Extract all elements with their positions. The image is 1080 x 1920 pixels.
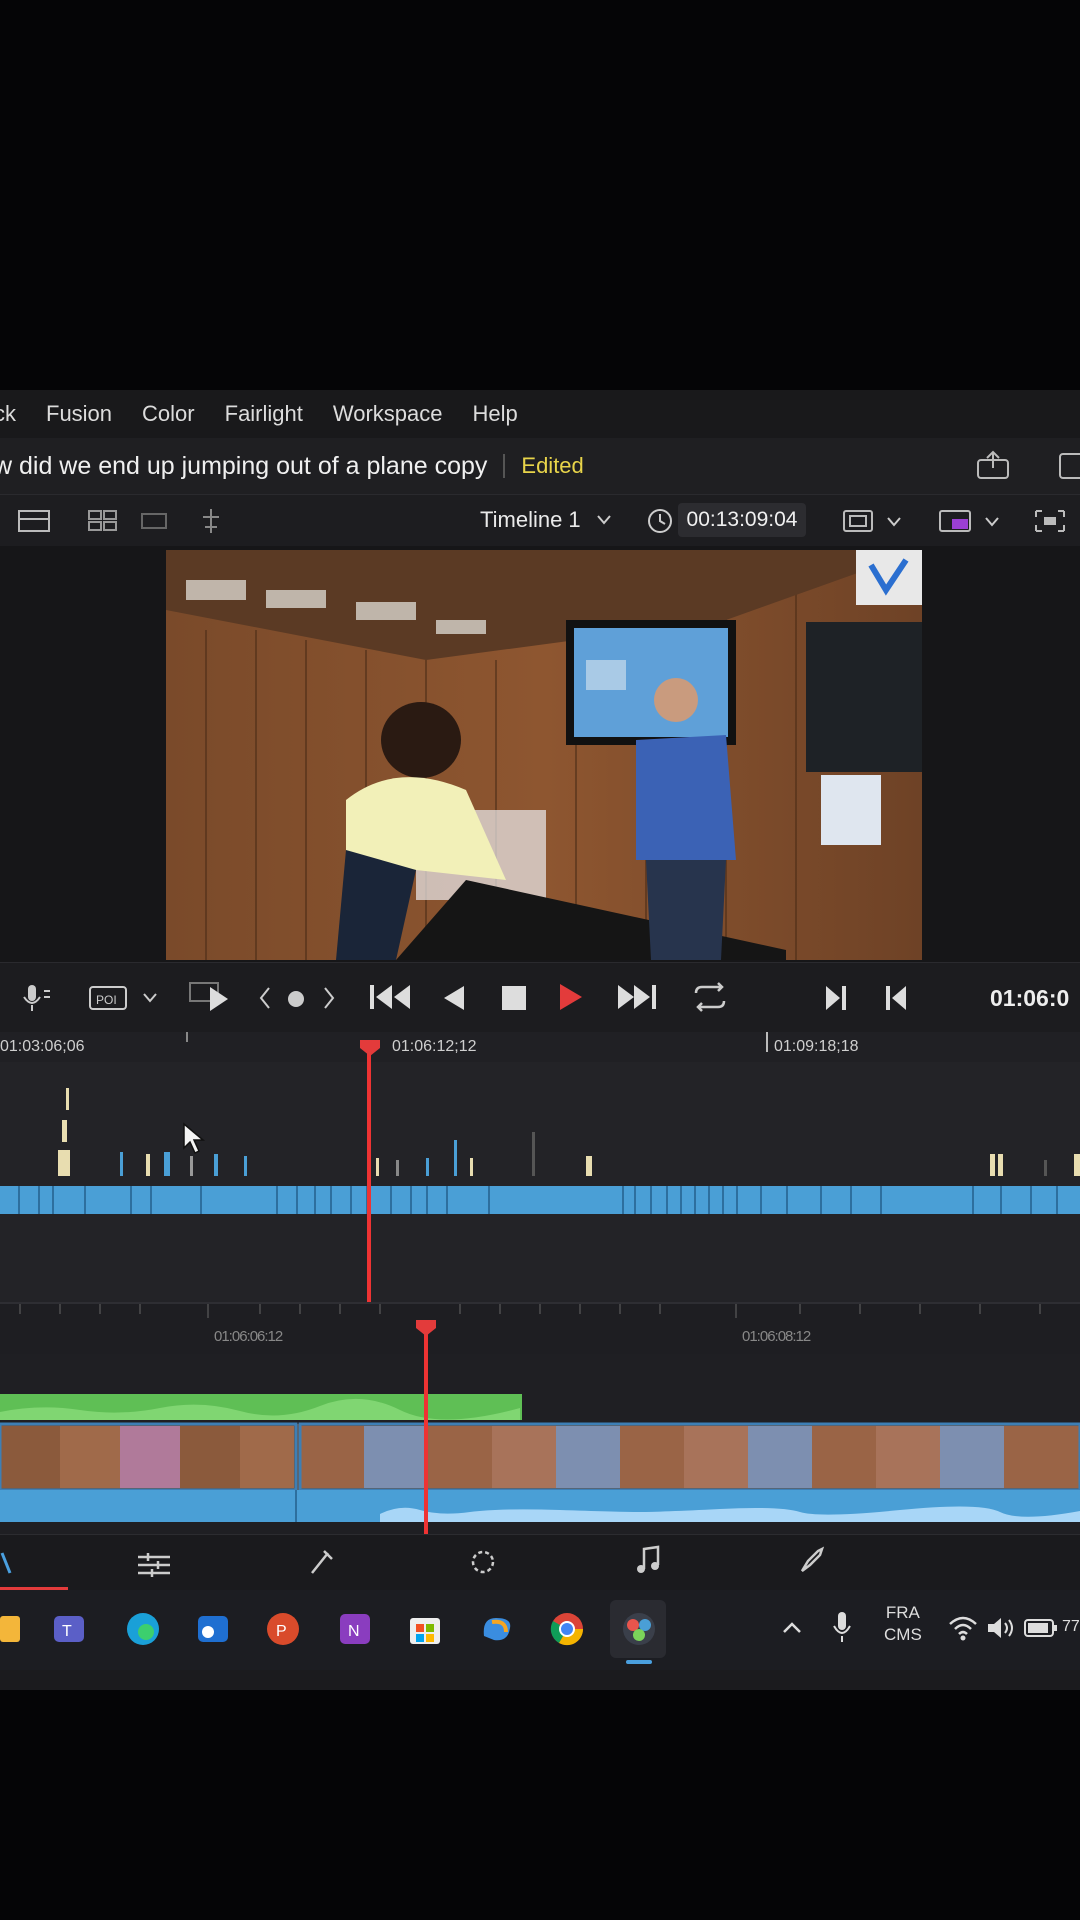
language-code: FRA bbox=[885, 1603, 920, 1622]
upper-playhead[interactable] bbox=[367, 1042, 371, 1302]
timeline-name[interactable]: Timeline 1 bbox=[480, 507, 581, 533]
chrome-icon[interactable] bbox=[548, 1610, 586, 1648]
battery-icon[interactable] bbox=[1024, 1618, 1058, 1638]
stop-icon[interactable] bbox=[500, 983, 528, 1013]
battery-percent: 77 bbox=[1062, 1618, 1080, 1635]
clip-markers bbox=[58, 1088, 1080, 1176]
mouse-cursor-icon bbox=[183, 1122, 206, 1155]
record-timecode: 01:06:0 bbox=[990, 985, 1070, 1011]
poi-icon[interactable]: POI bbox=[88, 981, 130, 1015]
microphone-icon[interactable] bbox=[830, 1610, 854, 1646]
fusion-page-icon[interactable] bbox=[306, 1547, 336, 1577]
layout-icon[interactable] bbox=[18, 509, 52, 533]
markers-and-clips bbox=[0, 1088, 1080, 1214]
clip-view-icon[interactable] bbox=[140, 511, 168, 531]
ruler-timecode-label: 01:06:08:12 bbox=[742, 1328, 811, 1345]
proxy-icon[interactable] bbox=[938, 507, 974, 535]
edited-status: Edited bbox=[521, 453, 584, 478]
menu-bar: ck Fusion Color Fairlight Workspace Help bbox=[0, 390, 1080, 438]
volume-icon[interactable] bbox=[986, 1614, 1016, 1642]
menu-item-clip[interactable]: ck bbox=[0, 401, 16, 427]
fairlight-page-icon[interactable] bbox=[634, 1545, 662, 1577]
svg-text:N: N bbox=[348, 1623, 360, 1640]
menu-item-fairlight[interactable]: Fairlight bbox=[225, 401, 303, 427]
transform-icon[interactable] bbox=[1032, 507, 1068, 535]
lower-timeline-ruler[interactable]: 01:06:06:12 01:06:08:12 bbox=[0, 1302, 1080, 1356]
audio-scrub-icon[interactable] bbox=[20, 981, 54, 1015]
chevron-down-icon[interactable] bbox=[886, 515, 902, 529]
video-frame-image bbox=[166, 550, 922, 960]
share-icon[interactable] bbox=[976, 450, 1010, 480]
powerpoint-icon[interactable]: P bbox=[264, 1610, 302, 1648]
edge-icon[interactable] bbox=[124, 1610, 162, 1648]
mark-out-icon[interactable] bbox=[884, 983, 910, 1013]
svg-text:P: P bbox=[276, 1623, 287, 1640]
playhead-marker-icon[interactable] bbox=[414, 1318, 438, 1338]
input-method: CMS bbox=[884, 1625, 922, 1644]
video-frame[interactable] bbox=[166, 550, 922, 960]
chevron-down-icon[interactable] bbox=[596, 513, 612, 527]
play-reverse-icon[interactable] bbox=[440, 983, 468, 1013]
svg-text:T: T bbox=[62, 1623, 72, 1640]
copilot-icon[interactable] bbox=[478, 1610, 516, 1648]
filmstrip-frames bbox=[0, 1426, 1080, 1488]
file-explorer-icon[interactable] bbox=[0, 1612, 22, 1646]
wifi-icon[interactable] bbox=[948, 1614, 978, 1642]
menu-item-fusion[interactable]: Fusion bbox=[46, 401, 112, 427]
upper-timeline-ruler[interactable]: 01:03:06;06 01:06:12;12 01:09:18;18 bbox=[0, 1032, 1080, 1063]
clock-icon bbox=[648, 509, 672, 533]
cinema-play-icon[interactable] bbox=[188, 977, 234, 1017]
ruler-timecode-label: 01:09:18;18 bbox=[774, 1038, 859, 1055]
fullscreen-icon[interactable] bbox=[1056, 452, 1080, 480]
outlook-icon[interactable] bbox=[194, 1610, 232, 1648]
upper-timeline-track[interactable] bbox=[0, 1062, 1080, 1302]
resolve-window: ck Fusion Color Fairlight Workspace Help… bbox=[0, 390, 1080, 1690]
title-divider bbox=[503, 454, 506, 478]
ruler-timecode-label: 01:06:12;12 bbox=[392, 1038, 477, 1055]
windows-taskbar: T P N FRA CMS 77 bbox=[0, 1590, 1080, 1670]
ruler-timecode-label: 01:06:06:12 bbox=[214, 1328, 283, 1345]
menu-item-color[interactable]: Color bbox=[142, 401, 195, 427]
project-title: w did we end up jumping out of a plane c… bbox=[0, 451, 488, 480]
chevron-down-icon[interactable] bbox=[142, 991, 158, 1005]
deliver-page-icon[interactable] bbox=[796, 1545, 826, 1577]
chevron-down-icon[interactable] bbox=[984, 515, 1000, 529]
ruler-timecode-label: 01:03:06;06 bbox=[0, 1038, 85, 1055]
source-timecode[interactable]: 00:13:09:04 bbox=[678, 503, 806, 537]
go-to-start-icon[interactable] bbox=[368, 981, 414, 1013]
viewer-size-icon[interactable] bbox=[842, 509, 874, 533]
svg-text:POI: POI bbox=[96, 993, 117, 1007]
menu-item-help[interactable]: Help bbox=[473, 401, 518, 427]
media-page-icon[interactable] bbox=[0, 1549, 14, 1577]
play-icon[interactable] bbox=[556, 981, 586, 1013]
marker-dot-icon[interactable] bbox=[286, 989, 306, 1009]
clip-tracks bbox=[0, 1394, 1080, 1522]
video-clip-strip bbox=[0, 1186, 1080, 1214]
prev-frame-icon[interactable] bbox=[258, 985, 272, 1011]
next-frame-icon[interactable] bbox=[322, 985, 336, 1011]
go-to-end-icon[interactable] bbox=[614, 981, 660, 1013]
ruler-ticks bbox=[19, 1304, 1041, 1318]
active-app-underline bbox=[626, 1660, 652, 1664]
mark-in-icon[interactable] bbox=[822, 983, 848, 1013]
davinci-resolve-icon[interactable] bbox=[620, 1610, 658, 1648]
store-icon[interactable] bbox=[406, 1610, 444, 1648]
color-page-icon[interactable] bbox=[468, 1547, 498, 1577]
grid-view-icon[interactable] bbox=[88, 509, 118, 533]
teams-icon[interactable]: T bbox=[52, 1610, 88, 1646]
metadata-icon[interactable] bbox=[200, 507, 222, 535]
project-title-bar: w did we end up jumping out of a plane c… bbox=[0, 438, 1080, 494]
menu-item-workspace[interactable]: Workspace bbox=[333, 401, 443, 427]
chevron-up-icon[interactable] bbox=[780, 1620, 804, 1636]
loop-icon[interactable] bbox=[688, 981, 732, 1013]
viewer-toolbar: Timeline 1 00:13:09:04 bbox=[0, 494, 1080, 548]
lower-timeline-track[interactable] bbox=[0, 1354, 1080, 1534]
page-navigation-bar bbox=[0, 1534, 1080, 1591]
transport-controls: POI 01:06:0 bbox=[0, 962, 1080, 1033]
onenote-icon[interactable]: N bbox=[336, 1610, 374, 1648]
playhead-marker-icon[interactable] bbox=[358, 1038, 382, 1058]
edit-page-icon[interactable] bbox=[134, 1549, 174, 1577]
language-indicator[interactable]: FRA CMS bbox=[884, 1602, 922, 1646]
lower-playhead[interactable] bbox=[424, 1324, 428, 1534]
